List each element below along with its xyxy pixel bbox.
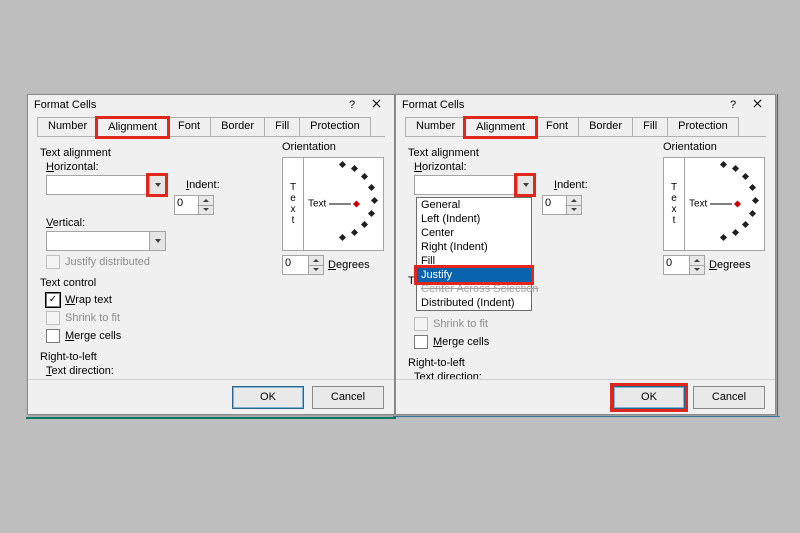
horizontal-dropdown-button[interactable] (517, 176, 533, 194)
orientation-vertical-text[interactable]: Text (664, 158, 685, 250)
ok-button[interactable]: OK (232, 386, 304, 409)
tab-alignment[interactable]: Alignment (97, 118, 168, 137)
horizontal-combo[interactable] (414, 175, 534, 195)
degrees-label: Degrees (328, 259, 370, 271)
merge-cells-checkbox[interactable]: Merge cells (40, 329, 382, 343)
cancel-button[interactable]: Cancel (693, 386, 765, 409)
help-button[interactable]: ? (721, 95, 745, 115)
tab-border[interactable]: Border (210, 117, 265, 136)
merge-cells-checkbox[interactable]: Merge cells (408, 335, 763, 349)
tab-number[interactable]: Number (37, 117, 98, 136)
shrink-to-fit-checkbox: Shrink to fit (40, 311, 382, 325)
dialog-title: Format Cells (34, 95, 340, 115)
tab-strip: Number Alignment Font Border Fill Protec… (37, 117, 385, 137)
indent-up[interactable] (199, 196, 213, 206)
vertical-dropdown-button[interactable] (149, 232, 165, 250)
format-cells-dialog-2: Format Cells ? Number Alignment Font Bor… (395, 94, 776, 415)
orientation-arc[interactable]: Text (304, 158, 383, 250)
titlebar: Format Cells ? (28, 95, 394, 115)
tab-font[interactable]: Font (535, 117, 579, 136)
vertical-combo[interactable] (46, 231, 166, 251)
orientation-label: Orientation (663, 141, 763, 153)
close-button[interactable] (745, 95, 769, 115)
tab-body: Text alignment Horizontal: Indent: 0 Ver… (28, 137, 394, 399)
close-button[interactable] (364, 95, 388, 115)
indent-label: Indent: (554, 179, 588, 191)
orientation-widget[interactable]: Text Text (282, 157, 384, 251)
orientation-vertical-text[interactable]: Text (283, 158, 304, 250)
ok-button[interactable]: OK (613, 386, 685, 409)
dialog-footer: OK Cancel (28, 379, 394, 414)
vertical-label: Vertical: (40, 217, 106, 229)
text-direction-label: Text direction: (40, 365, 382, 377)
tab-body: Text alignment Horizontal: Indent: 0 Gen… (396, 137, 775, 405)
option-center-across[interactable]: Center Across Selection (417, 282, 531, 296)
orientation-degree-spinner[interactable]: 0 (282, 255, 324, 275)
format-cells-dialog-1: Format Cells ? Number Alignment Font Bor… (27, 94, 395, 415)
horizontal-combo[interactable] (46, 175, 166, 195)
orientation-degree-spinner[interactable]: 0 (663, 255, 705, 275)
horizontal-dropdown-list[interactable]: General Left (Indent) Center Right (Inde… (416, 197, 532, 311)
option-left-indent[interactable]: Left (Indent) (417, 212, 531, 226)
tab-fill[interactable]: Fill (632, 117, 668, 136)
orientation-arc[interactable]: Text (685, 158, 764, 250)
orientation-label: Orientation (282, 141, 382, 153)
help-button[interactable]: ? (340, 95, 364, 115)
tab-strip: Number Alignment Font Border Fill Protec… (405, 117, 766, 137)
horizontal-label: Horizontal: (40, 161, 106, 173)
option-distributed[interactable]: Distributed (Indent) (417, 296, 531, 310)
shrink-to-fit-checkbox: Shrink to fit (408, 317, 763, 331)
tab-protection[interactable]: Protection (299, 117, 371, 136)
cancel-button[interactable]: Cancel (312, 386, 384, 409)
horizontal-dropdown-button[interactable] (149, 176, 165, 194)
tab-number[interactable]: Number (405, 117, 466, 136)
wrap-text-checkbox[interactable]: Wrap text (40, 293, 382, 307)
option-center[interactable]: Center (417, 226, 531, 240)
horizontal-label: Horizontal: (408, 161, 474, 173)
rtl-label: Right-to-left (408, 357, 763, 369)
rtl-label: Right-to-left (40, 351, 382, 363)
option-right-indent[interactable]: Right (Indent) (417, 240, 531, 254)
tab-protection[interactable]: Protection (667, 117, 739, 136)
tab-alignment[interactable]: Alignment (465, 118, 536, 137)
tab-font[interactable]: Font (167, 117, 211, 136)
option-justify[interactable]: Justify (417, 268, 531, 282)
dialog-footer: OK Cancel (396, 379, 775, 414)
indent-spinner[interactable]: 0 (174, 195, 214, 215)
option-fill[interactable]: Fill (417, 254, 531, 268)
orientation-group: Orientation Text Text (663, 141, 763, 275)
dialog-title: Format Cells (402, 95, 721, 115)
orientation-group: Orientation Text Text (282, 141, 382, 275)
text-control-label: Text control (40, 277, 382, 289)
tab-fill[interactable]: Fill (264, 117, 300, 136)
indent-down[interactable] (199, 206, 213, 215)
text-control-partial: T (408, 275, 415, 287)
titlebar: Format Cells ? (396, 95, 775, 115)
orientation-widget[interactable]: Text Text (663, 157, 765, 251)
option-general[interactable]: General (417, 198, 531, 212)
indent-spinner[interactable]: 0 (542, 195, 582, 215)
tab-border[interactable]: Border (578, 117, 633, 136)
indent-label: Indent: (186, 179, 220, 191)
degrees-label: Degrees (709, 259, 751, 271)
